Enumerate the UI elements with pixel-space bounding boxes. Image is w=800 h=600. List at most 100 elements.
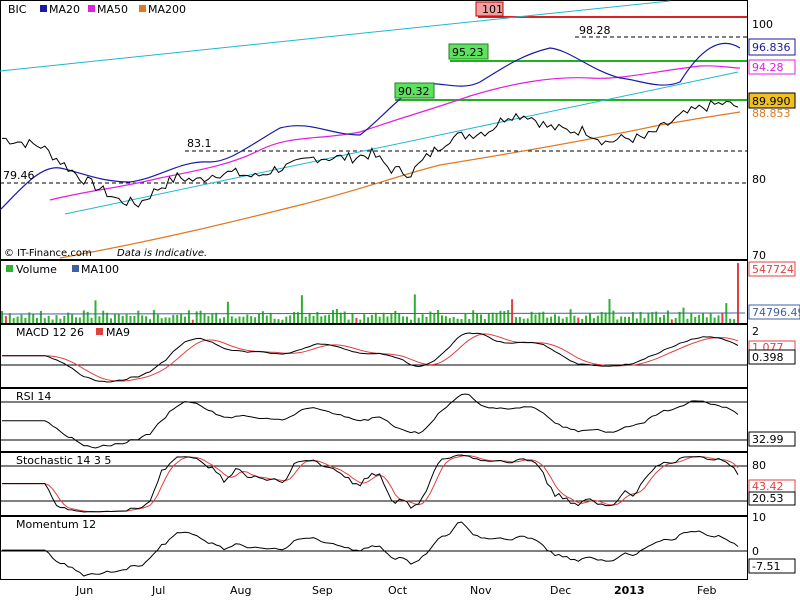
legend-ma9: MA9 <box>106 326 130 339</box>
volume-bar <box>437 310 440 323</box>
month-label-jul: Jul <box>151 584 165 597</box>
volume-bar <box>12 318 15 323</box>
volume-bar <box>382 312 385 323</box>
volume-bar <box>507 310 510 323</box>
volume-bar <box>351 313 354 323</box>
legend-momentum: Momentum 12 <box>16 518 96 531</box>
volume-bar <box>709 313 712 323</box>
volume-bar <box>608 299 611 323</box>
volume-bar <box>378 316 381 323</box>
volume-bar <box>223 317 225 323</box>
momentum-panel-frame <box>0 516 748 580</box>
volume-bar <box>554 314 556 323</box>
volume-bar <box>721 312 724 323</box>
volume-bar <box>511 299 514 323</box>
volume-bar <box>8 313 11 323</box>
label-95-23: 95.23 <box>452 46 484 59</box>
volume-bar <box>631 312 634 323</box>
legend-volume-swatch <box>6 265 13 272</box>
volume-bar <box>581 318 584 323</box>
volume-bar <box>164 317 167 323</box>
volume-bar <box>149 319 151 323</box>
legend-stochastic: Stochastic 14 3 5 <box>16 454 111 467</box>
volume-bar <box>63 315 66 323</box>
volume-bar <box>113 313 116 323</box>
month-label-dec: Dec <box>550 584 571 597</box>
legend-rsi: RSI 14 <box>16 390 51 403</box>
volume-bar <box>215 312 218 323</box>
volume-bar <box>363 314 366 323</box>
volume-bar <box>168 317 171 323</box>
volume-bar <box>495 313 498 323</box>
volume-bar <box>592 318 595 323</box>
copyright-text: © IT-Finance.com <box>4 248 92 259</box>
volume-bar <box>75 317 77 323</box>
volume-bar <box>569 309 572 323</box>
volume-bar <box>441 315 443 323</box>
volume-bar <box>261 311 264 323</box>
legend-volume: Volume <box>16 263 57 276</box>
volume-bar <box>659 317 662 323</box>
volume-ma100-label: 74796.49 <box>752 306 800 319</box>
legend-ma9-swatch <box>96 328 103 335</box>
volume-bar <box>78 317 81 323</box>
volume-bar <box>258 313 260 323</box>
volume-bar <box>211 313 214 323</box>
ytick-70: 70 <box>752 249 766 262</box>
volume-bar <box>36 318 38 323</box>
volume-bar <box>674 318 677 323</box>
volume-bar <box>145 316 148 323</box>
volume-bar <box>289 315 292 323</box>
volume-bar <box>624 316 627 323</box>
volume-bar <box>152 310 155 323</box>
volume-bar <box>24 317 27 323</box>
volume-bar <box>71 314 74 323</box>
volume-bar <box>413 294 416 323</box>
stochastic-panel-frame <box>0 452 748 516</box>
month-label-nov: Nov <box>470 584 492 597</box>
volume-bar <box>483 319 486 323</box>
volume-bar <box>370 314 373 323</box>
volume-bar <box>219 318 222 323</box>
ma20-value-label: 96.836 <box>752 41 791 54</box>
volume-bar <box>1 311 3 323</box>
month-label-oct: Oct <box>388 584 408 597</box>
month-label-aug: Aug <box>230 584 251 597</box>
volume-bar <box>16 316 19 323</box>
volume-bar <box>585 315 588 323</box>
volume-bar <box>374 312 377 323</box>
stoch-k-line <box>2 454 739 513</box>
volume-bar <box>184 316 186 323</box>
volume-bar <box>230 316 233 323</box>
volume-bar <box>417 317 420 323</box>
volume-bar <box>281 319 284 323</box>
volume-bar <box>589 313 591 323</box>
volume-bar <box>160 318 163 323</box>
volume-bar <box>666 310 669 323</box>
volume-bar <box>102 310 105 323</box>
volume-bar <box>269 312 272 323</box>
volume-bar <box>694 317 697 323</box>
volume-bar <box>359 319 362 323</box>
volume-bar <box>690 313 693 323</box>
volume-bar <box>121 315 124 323</box>
ma200-value-label: 88.853 <box>752 107 791 120</box>
price-value-label: 89.990 <box>752 95 791 108</box>
momentum-line <box>2 521 739 577</box>
volume-bar <box>43 318 46 323</box>
volume-bar <box>713 317 716 323</box>
volume-bar <box>635 318 638 323</box>
stoch-k-value: 20.53 <box>752 492 784 505</box>
volume-bar <box>550 316 553 323</box>
volume-bar <box>4 316 7 323</box>
volume-bar <box>425 316 428 323</box>
volume-bar <box>129 315 132 323</box>
volume-bar <box>176 314 179 323</box>
volume-bar <box>651 312 654 323</box>
volume-bar <box>254 317 257 323</box>
volume-bar <box>733 319 736 323</box>
legend-macd: MACD 12 26 <box>16 326 84 339</box>
volume-bar <box>32 313 35 323</box>
volume-bar <box>596 315 599 323</box>
ma200-line <box>59 111 741 259</box>
